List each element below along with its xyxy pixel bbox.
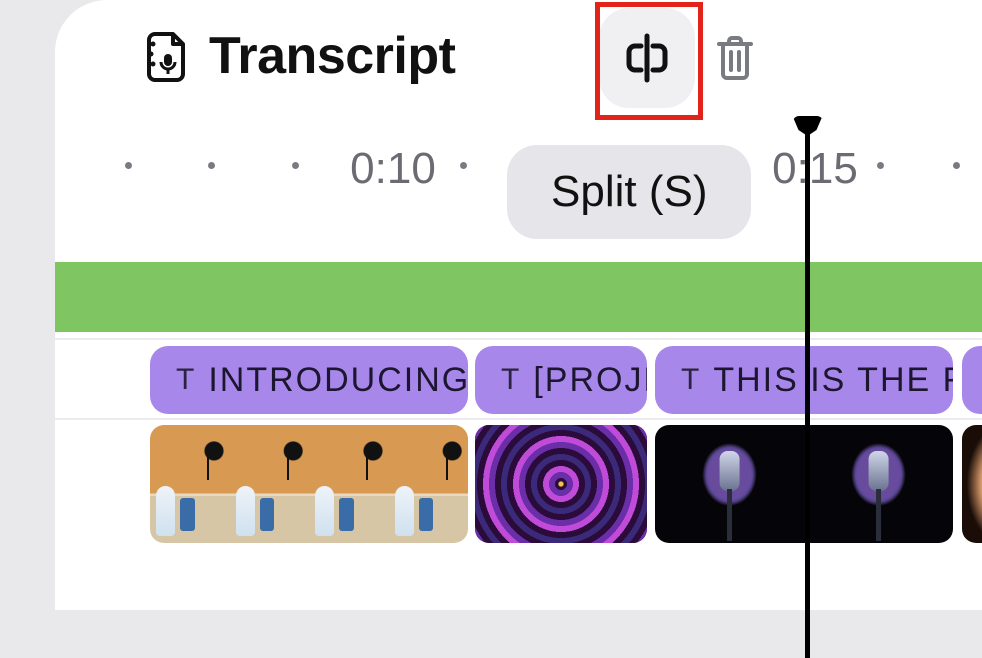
delete-button[interactable] [713, 34, 757, 82]
video-thumbnail [230, 425, 310, 543]
editor-panel: Transcript Split (S) 0:100:15 TINTRODUCI… [55, 0, 982, 610]
text-clip-label: INTRODUCING [208, 361, 468, 400]
video-thumbnail [804, 425, 953, 543]
video-thumbnail [962, 425, 982, 543]
ruler-tick [292, 162, 299, 169]
panel-header: Transcript [145, 26, 455, 86]
ruler-tick [460, 162, 467, 169]
ruler-time-label: 0:10 [350, 144, 436, 194]
video-clip[interactable] [962, 425, 982, 543]
split-button[interactable] [599, 8, 695, 108]
video-clip[interactable] [150, 425, 468, 543]
video-thumbnail [475, 425, 647, 543]
text-clip[interactable]: T INTRODUCING [150, 346, 468, 414]
text-clip-label: [PROJECT] [533, 361, 647, 400]
video-thumbnail [655, 425, 804, 543]
video-clip[interactable] [655, 425, 953, 543]
text-clip[interactable]: T [962, 346, 982, 414]
video-thumbnail [389, 425, 469, 543]
video-thumbnail [309, 425, 389, 543]
video-track [55, 425, 982, 543]
ruler-tick [953, 162, 960, 169]
video-clip[interactable] [475, 425, 647, 543]
trash-icon [713, 34, 757, 82]
track-divider [55, 418, 982, 420]
audio-track[interactable] [55, 262, 982, 332]
text-track: TINTRODUCINGT[PROJECT]TTHIS IS THE FUTUR… [55, 346, 982, 414]
playhead[interactable] [805, 118, 810, 658]
text-clip-label: THIS IS THE FUTURE [713, 361, 953, 400]
panel-title: Transcript [209, 26, 455, 86]
transcript-icon [145, 30, 191, 82]
text-type-icon: T [681, 363, 699, 397]
ruler-tick [125, 162, 132, 169]
ruler-tick [208, 162, 215, 169]
split-icon [621, 32, 673, 84]
toolbar [599, 8, 757, 108]
text-type-icon: T [176, 363, 194, 397]
ruler-time-label: 0:15 [772, 144, 858, 194]
track-divider [55, 338, 982, 340]
text-type-icon: T [501, 363, 519, 397]
text-clip[interactable]: T THIS IS THE FUTURE [655, 346, 953, 414]
text-clip[interactable]: T [PROJECT] [475, 346, 647, 414]
ruler-tick [877, 162, 884, 169]
time-ruler[interactable]: 0:100:15 [55, 150, 982, 190]
video-thumbnail [150, 425, 230, 543]
